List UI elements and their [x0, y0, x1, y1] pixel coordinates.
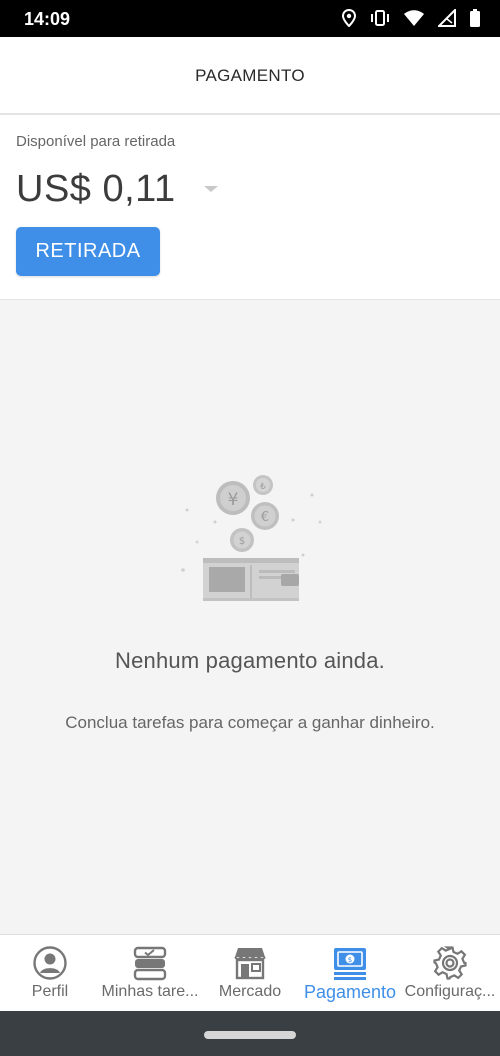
system-nav-bar [0, 1011, 500, 1056]
store-icon [234, 948, 266, 980]
app-header: PAGAMENTO [0, 37, 500, 115]
nav-item-tasks[interactable]: Minhas tare... [100, 935, 200, 1011]
home-gesture-pill[interactable] [204, 1031, 296, 1039]
payment-icon: $ [334, 948, 366, 980]
profile-icon [33, 946, 67, 980]
status-bar: 14:09 [0, 0, 500, 37]
tasks-icon [133, 946, 167, 981]
nav-item-payment[interactable]: $ Pagamento [300, 935, 400, 1011]
status-time: 14:09 [24, 9, 71, 29]
svg-text:¥: ¥ [228, 490, 239, 510]
svg-text:$: $ [348, 956, 352, 964]
nav-label-settings: Configuraç... [404, 983, 496, 1000]
signal-icon [438, 9, 456, 27]
status-icons [342, 7, 480, 29]
nav-item-settings[interactable]: Configuraç... [400, 935, 500, 1011]
empty-state: ¥ ₺ € $ Nenhum pagamento ainda. Conclua … [0, 300, 500, 934]
balance-amount: US$ 0,11 [16, 167, 176, 210]
svg-text:$: $ [239, 536, 245, 547]
nav-item-market[interactable]: Mercado [200, 935, 300, 1011]
svg-text:€: € [261, 510, 269, 525]
nav-label-market: Mercado [218, 983, 282, 1000]
coins-and-wallet-illustration: ¥ ₺ € $ [181, 475, 322, 601]
nav-label-tasks: Minhas tare... [101, 983, 199, 1000]
balance-label: Disponível para retirada [16, 133, 176, 150]
wifi-icon [404, 10, 424, 26]
empty-state-description: Conclua tarefas para começar a ganhar di… [65, 713, 435, 732]
withdraw-button[interactable]: RETIRADA [16, 227, 160, 276]
vibrate-icon [371, 10, 389, 26]
balance-card: Disponível para retirada US$ 0,11 RETIRA… [0, 115, 500, 300]
chevron-down-icon[interactable] [203, 186, 218, 192]
battery-icon [470, 9, 480, 27]
gear-icon [433, 946, 467, 980]
nav-label-payment: Pagamento [303, 982, 397, 1002]
bottom-nav: Perfil Minhas tare... Mercado $ Pagament… [0, 934, 500, 1011]
empty-state-title: Nenhum pagamento ainda. [114, 648, 385, 673]
nav-label-profile: Perfil [31, 983, 69, 1000]
nav-item-profile[interactable]: Perfil [0, 935, 100, 1011]
page-title: PAGAMENTO [195, 66, 305, 85]
svg-text:₺: ₺ [260, 482, 266, 492]
balance-row: US$ 0,11 [16, 167, 218, 211]
location-icon [342, 9, 356, 27]
